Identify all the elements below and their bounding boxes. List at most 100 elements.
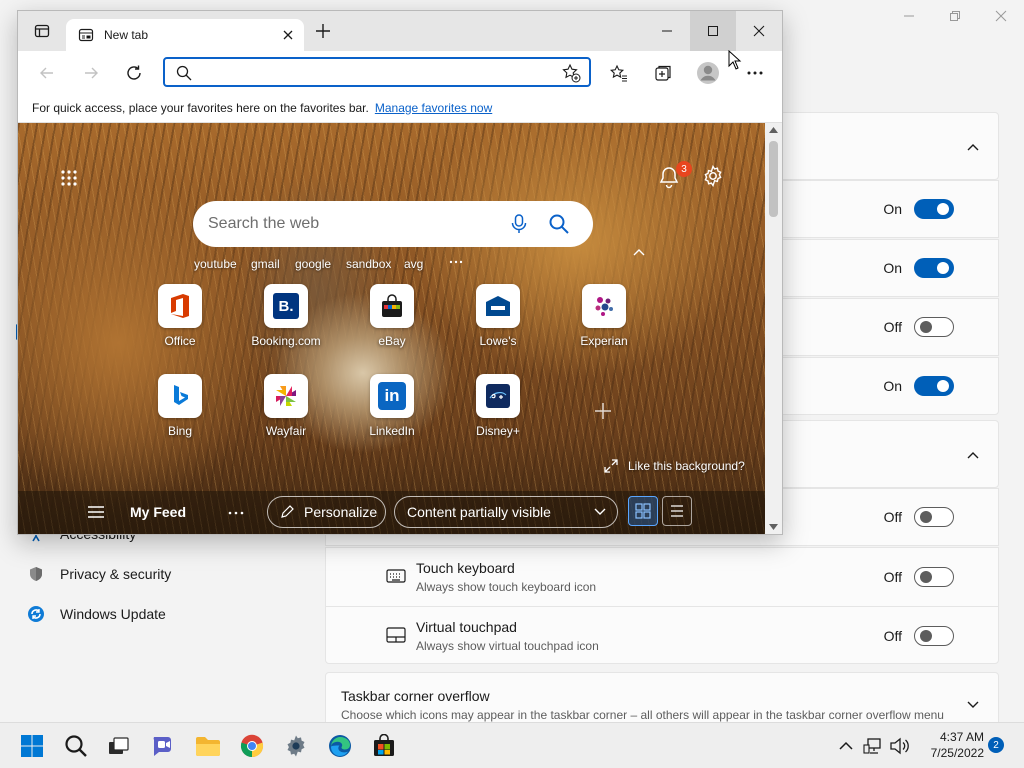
- collections-button[interactable]: [648, 58, 678, 88]
- feed-more-button[interactable]: [228, 511, 244, 515]
- tile-lowes[interactable]: Lowe's: [453, 284, 543, 348]
- settings-and-more-button[interactable]: [740, 58, 770, 88]
- scroll-down-arrow-icon[interactable]: [769, 524, 778, 530]
- linkedin-logo-icon: in: [378, 382, 406, 410]
- folder-icon: [196, 737, 220, 756]
- edge-button[interactable]: [323, 730, 357, 762]
- quick-link-sandbox[interactable]: sandbox: [346, 257, 391, 271]
- teams-chat-icon: [153, 737, 171, 756]
- nav-item-label: Privacy & security: [60, 566, 172, 582]
- plus-icon: [316, 24, 330, 38]
- grid-layout-button[interactable]: [628, 496, 658, 526]
- scrollbar-thumb[interactable]: [769, 141, 778, 217]
- manage-favorites-link[interactable]: Manage favorites now: [375, 101, 492, 115]
- settings-maximize-button[interactable]: [932, 0, 978, 32]
- task-view-button[interactable]: [102, 730, 136, 762]
- web-search-box[interactable]: Search the web: [193, 201, 593, 247]
- new-tab-button[interactable]: [308, 11, 338, 51]
- quick-link-google[interactable]: google: [295, 257, 331, 271]
- expand-arrows-icon: [604, 459, 618, 473]
- nav-item-windows-update[interactable]: Windows Update: [26, 596, 166, 632]
- notification-center-badge[interactable]: 2: [988, 737, 1004, 753]
- search-button[interactable]: [59, 730, 93, 762]
- toggle-switch[interactable]: [914, 258, 954, 278]
- tab-close-button[interactable]: [276, 23, 300, 47]
- settings-close-button[interactable]: [978, 0, 1024, 32]
- page-settings-button[interactable]: [702, 165, 724, 187]
- tile-bing[interactable]: Bing: [135, 374, 225, 438]
- tile-linkedin[interactable]: in LinkedIn: [347, 374, 437, 438]
- taskbar-corner-overflow-card[interactable]: Taskbar corner overflow Choose which ico…: [325, 672, 999, 728]
- back-button[interactable]: [32, 58, 62, 88]
- like-background-button[interactable]: Like this background?: [604, 459, 745, 473]
- toggle-switch[interactable]: [914, 376, 954, 396]
- tile-booking[interactable]: B. Booking.com: [241, 284, 331, 348]
- tab-new-tab[interactable]: New tab: [66, 19, 304, 51]
- refresh-button[interactable]: [119, 58, 149, 88]
- list-view-icon: [671, 505, 683, 517]
- chrome-button[interactable]: [235, 730, 269, 762]
- toggle-switch[interactable]: [914, 626, 954, 646]
- minimize-button[interactable]: [644, 11, 690, 51]
- favorites-bar-hint: For quick access, place your favorites h…: [32, 100, 369, 115]
- setting-subtitle: Choose which icons may appear in the tas…: [341, 708, 944, 722]
- close-button[interactable]: [736, 11, 782, 51]
- toggle-switch[interactable]: [914, 317, 954, 337]
- quick-link-gmail[interactable]: gmail: [251, 257, 280, 271]
- toggle-switch[interactable]: [914, 507, 954, 527]
- chevron-up-icon: [839, 741, 853, 750]
- add-shortcut-button[interactable]: [594, 402, 612, 420]
- quick-links-more-icon[interactable]: [448, 259, 464, 265]
- forward-button[interactable]: [76, 58, 106, 88]
- quick-link-youtube[interactable]: youtube: [194, 257, 237, 271]
- tile-wayfair[interactable]: Wayfair: [241, 374, 331, 438]
- content-visibility-dropdown[interactable]: Content partially visible: [394, 496, 618, 528]
- app-launcher-button[interactable]: [60, 169, 78, 187]
- tile-experian[interactable]: Experian: [559, 284, 649, 348]
- toggle-state-label: Off: [883, 628, 902, 644]
- collapse-chevron-up-icon[interactable]: [632, 247, 646, 257]
- settings-gear-icon: [287, 735, 305, 757]
- list-layout-button[interactable]: [662, 496, 692, 526]
- scroll-up-arrow-icon[interactable]: [769, 127, 778, 133]
- chat-button[interactable]: [147, 730, 181, 762]
- address-bar[interactable]: [163, 57, 591, 87]
- clock[interactable]: 4:37 AM 7/25/2022: [918, 729, 984, 761]
- volume-button[interactable]: [886, 730, 912, 762]
- favorites-button[interactable]: [604, 58, 634, 88]
- maximize-button[interactable]: [690, 11, 736, 51]
- profile-button[interactable]: [693, 58, 723, 88]
- tile-ebay[interactable]: eBay: [347, 284, 437, 348]
- tile-disney-plus[interactable]: Disney+: [453, 374, 543, 438]
- settings-minimize-button[interactable]: [886, 0, 932, 32]
- tile-office[interactable]: Office: [135, 284, 225, 348]
- speaker-icon: [890, 737, 909, 755]
- store-button[interactable]: [367, 730, 401, 762]
- favorites-icon: [610, 64, 627, 82]
- network-button[interactable]: [860, 730, 886, 762]
- personalize-button[interactable]: Personalize: [267, 496, 386, 528]
- search-submit-button[interactable]: [549, 214, 569, 234]
- notifications-button[interactable]: 3: [658, 161, 692, 191]
- voice-search-button[interactable]: [511, 214, 527, 234]
- disney-plus-logo-icon: [486, 384, 510, 408]
- add-to-favorites-button[interactable]: [561, 63, 581, 83]
- tab-actions-button[interactable]: [20, 11, 64, 51]
- new-tab-page-icon: [78, 28, 94, 42]
- feed-title[interactable]: My Feed: [130, 504, 186, 520]
- feed-bar: My Feed Personalize Content partially vi…: [18, 491, 765, 534]
- close-icon: [283, 30, 293, 40]
- toggle-switch[interactable]: [914, 567, 954, 587]
- nav-item-privacy-security[interactable]: Privacy & security: [26, 556, 171, 592]
- settings-app-button[interactable]: [279, 730, 313, 762]
- quick-link-avg[interactable]: avg: [404, 257, 423, 271]
- start-button[interactable]: [15, 730, 49, 762]
- feed-menu-button[interactable]: [88, 506, 104, 518]
- notification-count-badge: 3: [676, 161, 692, 177]
- tile-label: Booking.com: [251, 334, 321, 348]
- file-explorer-button[interactable]: [191, 730, 225, 762]
- pencil-icon: [281, 505, 294, 518]
- page-scrollbar[interactable]: [765, 123, 782, 534]
- toggle-switch[interactable]: [914, 199, 954, 219]
- show-hidden-icons-button[interactable]: [834, 730, 858, 762]
